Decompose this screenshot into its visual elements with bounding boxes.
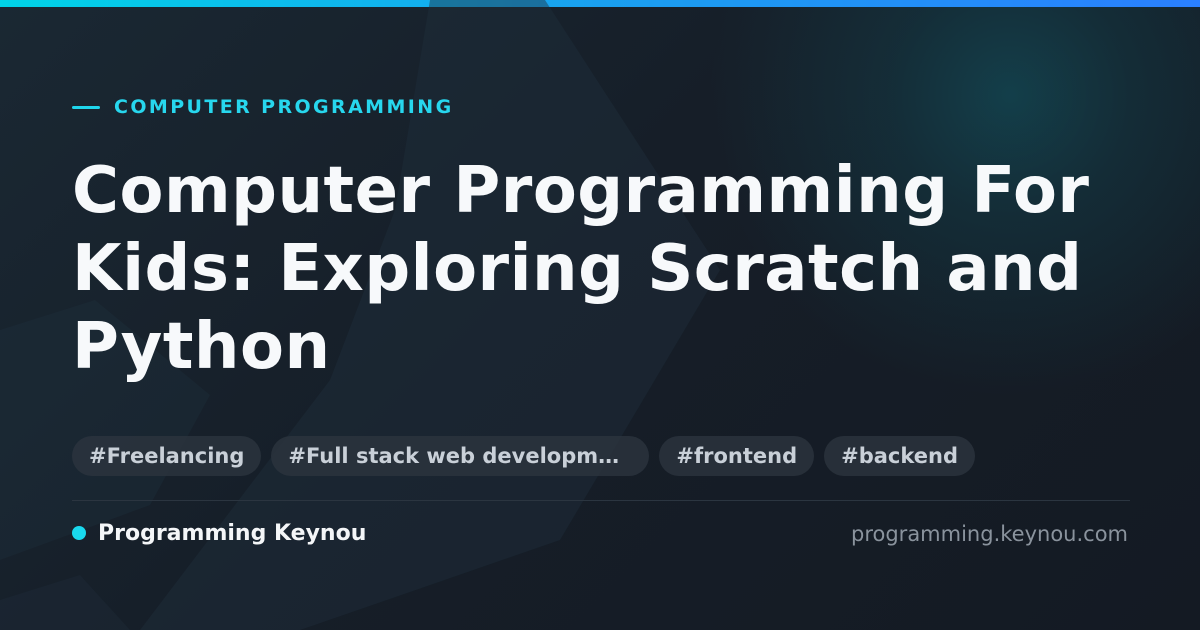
tag-frontend[interactable]: #frontend: [659, 436, 815, 476]
dash-icon: [72, 105, 100, 109]
category-label: COMPUTER PROGRAMMING: [114, 96, 454, 118]
tag-backend[interactable]: #backend: [824, 436, 975, 476]
background-shape-stripe: [0, 575, 130, 630]
tag-full-stack[interactable]: #Full stack web development: [271, 436, 650, 476]
brand-name: Programming Keynou: [98, 520, 367, 546]
tag-list: #Freelancing #Full stack web development…: [72, 436, 975, 476]
site-url[interactable]: programming.keynou.com: [851, 520, 1128, 548]
category-eyebrow: COMPUTER PROGRAMMING: [72, 94, 454, 120]
footer-divider: [72, 500, 1130, 501]
tag-freelancing[interactable]: #Freelancing: [72, 436, 262, 476]
dot-icon: [72, 526, 86, 540]
share-card: COMPUTER PROGRAMMING Computer Programmin…: [0, 0, 1200, 630]
article-title: Computer Programming For Kids: Exploring…: [72, 154, 1090, 384]
brand: Programming Keynou: [72, 518, 366, 548]
